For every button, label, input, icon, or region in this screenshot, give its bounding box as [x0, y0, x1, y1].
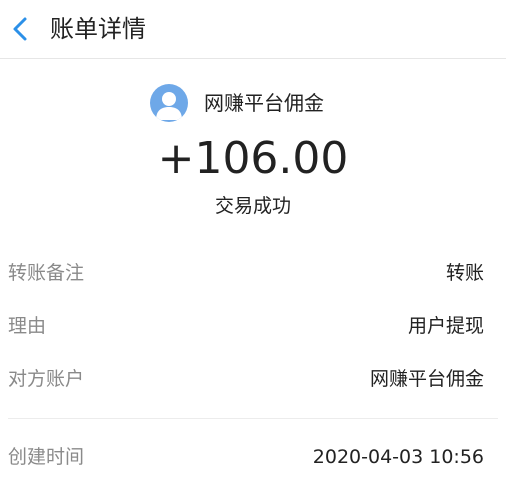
back-button[interactable]: [8, 12, 32, 46]
detail-value: 用户提现: [407, 315, 484, 337]
detail-label: 对方账户: [8, 368, 85, 390]
detail-label: 转账备注: [8, 262, 85, 284]
page-title: 账单详情: [50, 15, 146, 43]
user-avatar-icon: [150, 84, 188, 122]
detail-label: 创建时间: [8, 446, 85, 468]
transaction-status: 交易成功: [214, 195, 291, 217]
detail-row-created-time: 创建时间 2020-04-03 10:56: [8, 442, 484, 472]
detail-value: 网赚平台佣金: [369, 368, 484, 390]
payee-name: 网赚平台佣金: [204, 91, 324, 115]
top-bar: 账单详情: [0, 0, 506, 59]
chevron-left-icon: [13, 17, 27, 41]
detail-value: 转账: [445, 262, 484, 284]
transaction-amount: +106.00: [157, 133, 349, 184]
detail-value: 2020-04-03 10:56: [312, 446, 484, 468]
detail-label: 理由: [8, 315, 47, 337]
detail-row-counterparty: 对方账户 网赚平台佣金: [8, 364, 484, 394]
detail-row-remark: 转账备注 转账: [8, 258, 484, 288]
section-divider: [8, 418, 498, 419]
detail-row-reason: 理由 用户提现: [8, 311, 484, 341]
